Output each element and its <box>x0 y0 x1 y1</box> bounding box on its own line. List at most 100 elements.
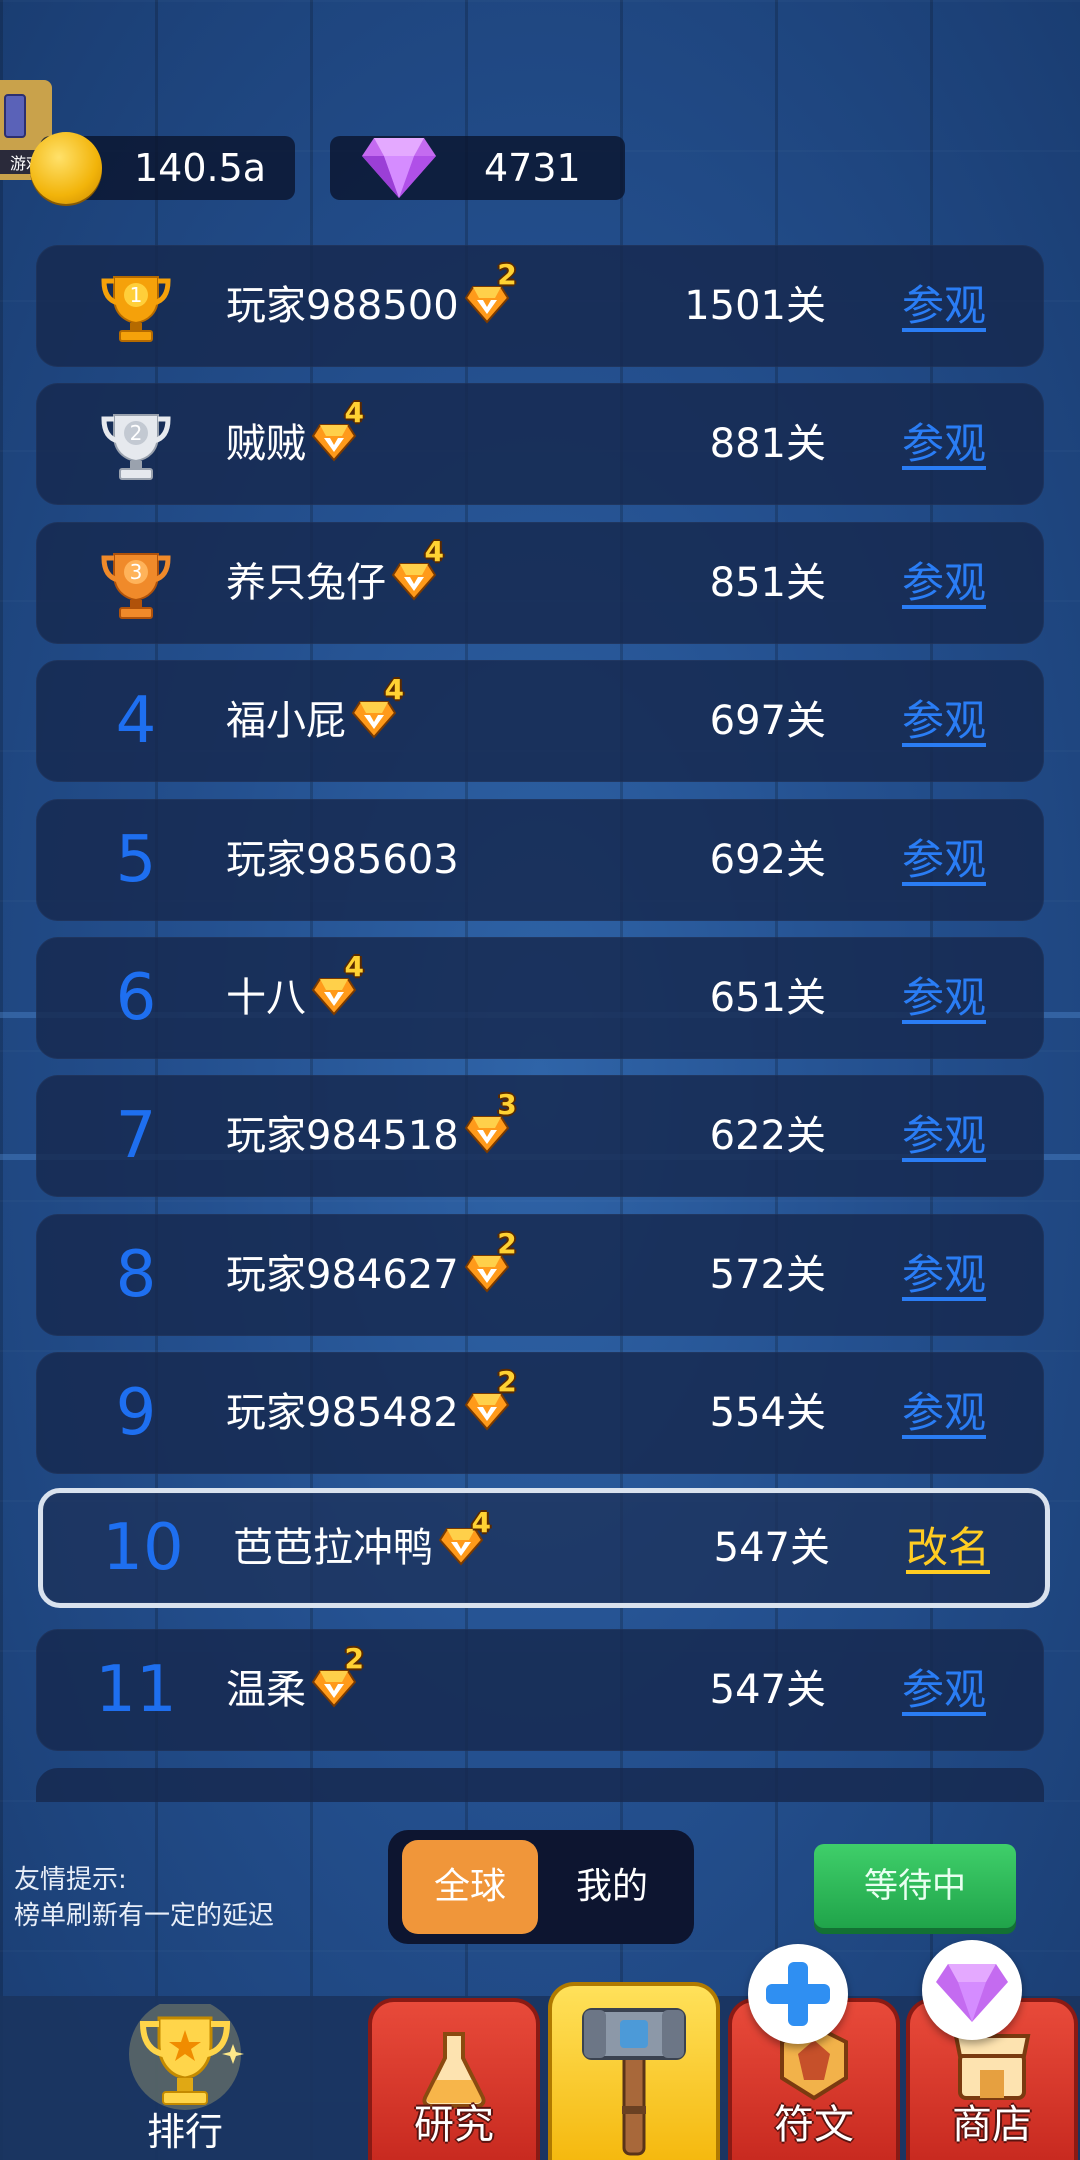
stage-level: 851关 <box>709 559 826 606</box>
leaderboard-row: 2 贼贼 4 881关 参观 <box>36 383 1044 506</box>
gem-icon <box>936 1964 1008 2022</box>
vip-badge: 4 <box>312 950 364 1020</box>
player-name-text: 玩家988500 <box>226 283 459 329</box>
hammer-icon <box>582 2008 686 2156</box>
visit-link[interactable]: 参观 <box>902 1352 986 1474</box>
visit-link[interactable]: 参观 <box>902 1629 986 1751</box>
vip-badge: 2 <box>312 1642 364 1712</box>
player-name-text: 玩家984627 <box>226 1251 459 1298</box>
vip-level: 2 <box>497 1226 517 1260</box>
visit-link[interactable]: 参观 <box>902 1075 986 1197</box>
stage-level: 554关 <box>709 1390 826 1437</box>
player-name: 贼贼 4 <box>226 383 364 505</box>
visit-link[interactable]: 参观 <box>902 383 986 505</box>
stage-level: 622关 <box>709 1113 826 1160</box>
stage-level: 697关 <box>709 698 826 745</box>
rank-number: 11 <box>95 1653 177 1727</box>
leaderboard-row: 5 玩家985603 692关 参观 <box>36 798 1044 921</box>
visit-link[interactable]: 参观 <box>902 799 986 921</box>
vip-level: 2 <box>497 258 517 291</box>
leaderboard-row: 4 福小屁 4 697关 参观 <box>36 660 1044 783</box>
player-name-text: 养只兔仔 <box>226 559 386 606</box>
plus-icon <box>766 1962 830 2026</box>
visit-link[interactable]: 参观 <box>902 522 986 644</box>
visit-link[interactable]: 参观 <box>902 1214 986 1336</box>
nav-research[interactable]: 研究 <box>368 1998 540 2160</box>
rank-number: 8 <box>115 1237 157 1312</box>
tip-text: 榜单刷新有一定的延迟 <box>14 1901 275 1931</box>
trophy-gold-icon: 1 <box>101 276 171 342</box>
trophy-rank-number: 2 <box>130 421 143 445</box>
stage-level: 881关 <box>709 421 826 468</box>
vip-badge: 2 <box>464 258 517 328</box>
trophy-icon <box>129 2004 244 2110</box>
next-row-peek <box>36 1768 1044 1802</box>
leaderboard-row: 9 玩家985482 2 554关 参观 <box>36 1352 1044 1475</box>
vip-badge: 4 <box>392 535 444 605</box>
rank-number: 6 <box>115 961 157 1035</box>
nav-rune-label: 符文 <box>774 2102 854 2148</box>
rank-number: 5 <box>115 822 157 897</box>
coin-amount: 140.5a <box>134 146 267 190</box>
rank-number: 10 <box>102 1510 184 1585</box>
player-name: 十八 4 <box>226 937 364 1059</box>
tab-mine[interactable]: 我的 <box>544 1840 680 1934</box>
rename-link[interactable]: 改名 <box>906 1493 990 1603</box>
vip-badge: 3 <box>464 1088 517 1158</box>
vip-badge: 2 <box>464 1365 517 1435</box>
tip-title: 友情提示: <box>14 1865 127 1895</box>
trophy-rank-number: 1 <box>130 283 143 307</box>
nav-research-label: 研究 <box>414 2102 494 2148</box>
stage-level: 692关 <box>709 836 826 883</box>
vip-level: 4 <box>424 534 444 568</box>
leaderboard-row-self: 10 芭芭拉冲鸭 4 547关 改名 <box>38 1487 1050 1608</box>
stage-level: 547关 <box>713 1524 830 1571</box>
waiting-button[interactable]: 等待中 <box>814 1844 1016 1928</box>
visit-link[interactable]: 参观 <box>902 245 986 367</box>
visit-link[interactable]: 参观 <box>902 937 986 1059</box>
coin-icon <box>30 132 102 204</box>
leaderboard-row: 1 玩家988500 2 1501关 参观 <box>36 245 1044 367</box>
trophy-bronze-icon: 3 <box>101 552 171 619</box>
player-name: 芭芭拉冲鸭 4 <box>233 1493 491 1603</box>
player-name-text: 十八 <box>226 975 306 1021</box>
leaderboard-row: 7 玩家984518 3 622关 参观 <box>36 1075 1044 1198</box>
stage-level: 547关 <box>709 1667 826 1713</box>
nav-rank[interactable]: 排行 <box>40 1990 330 2160</box>
trophy-silver-icon: 2 <box>101 414 171 481</box>
scope-toggle: 全球 我的 <box>388 1830 694 1944</box>
rank-number: 4 <box>115 684 157 759</box>
leaderboard-row: 8 玩家984627 2 572关 参观 <box>36 1213 1044 1336</box>
player-name: 玩家984518 3 <box>226 1075 517 1197</box>
nav-rank-label: 排行 <box>146 2110 223 2154</box>
vip-badge: 2 <box>464 1227 517 1297</box>
visit-link[interactable]: 参观 <box>902 660 986 782</box>
rank-number: 9 <box>115 1376 157 1451</box>
vip-badge: 4 <box>352 673 404 743</box>
tab-global[interactable]: 全球 <box>402 1840 538 1934</box>
stage-level: 1501关 <box>684 283 826 329</box>
player-name-text: 贼贼 <box>226 421 306 468</box>
player-name-text: 玩家984518 <box>226 1113 459 1160</box>
vip-level: 4 <box>384 673 404 707</box>
player-name: 玩家985603 <box>226 799 459 921</box>
stage-level: 651关 <box>709 975 826 1021</box>
player-name: 福小屁 4 <box>226 660 404 782</box>
leaderboard-row: 11 温柔 2 547关 参观 <box>36 1629 1044 1751</box>
rank-number: 7 <box>115 1099 157 1174</box>
vip-badge: 4 <box>439 1506 491 1570</box>
shop-gem-bubble[interactable] <box>922 1940 1022 2040</box>
gem-amount: 4731 <box>484 146 581 190</box>
vip-badge: 4 <box>312 396 364 466</box>
nav-shop-label: 商店 <box>952 2102 1032 2148</box>
vip-level: 4 <box>344 396 364 430</box>
research-plus-bubble[interactable] <box>748 1944 848 2044</box>
nav-forge[interactable] <box>548 1982 720 2160</box>
player-name: 养只兔仔 4 <box>226 522 444 644</box>
player-name: 玩家985482 2 <box>226 1352 517 1474</box>
gem-icon <box>362 138 436 198</box>
player-name-text: 玩家985603 <box>226 836 459 883</box>
player-name-text: 温柔 <box>226 1667 306 1713</box>
vip-level: 2 <box>497 1365 517 1399</box>
trophy-rank-number: 3 <box>130 560 143 584</box>
